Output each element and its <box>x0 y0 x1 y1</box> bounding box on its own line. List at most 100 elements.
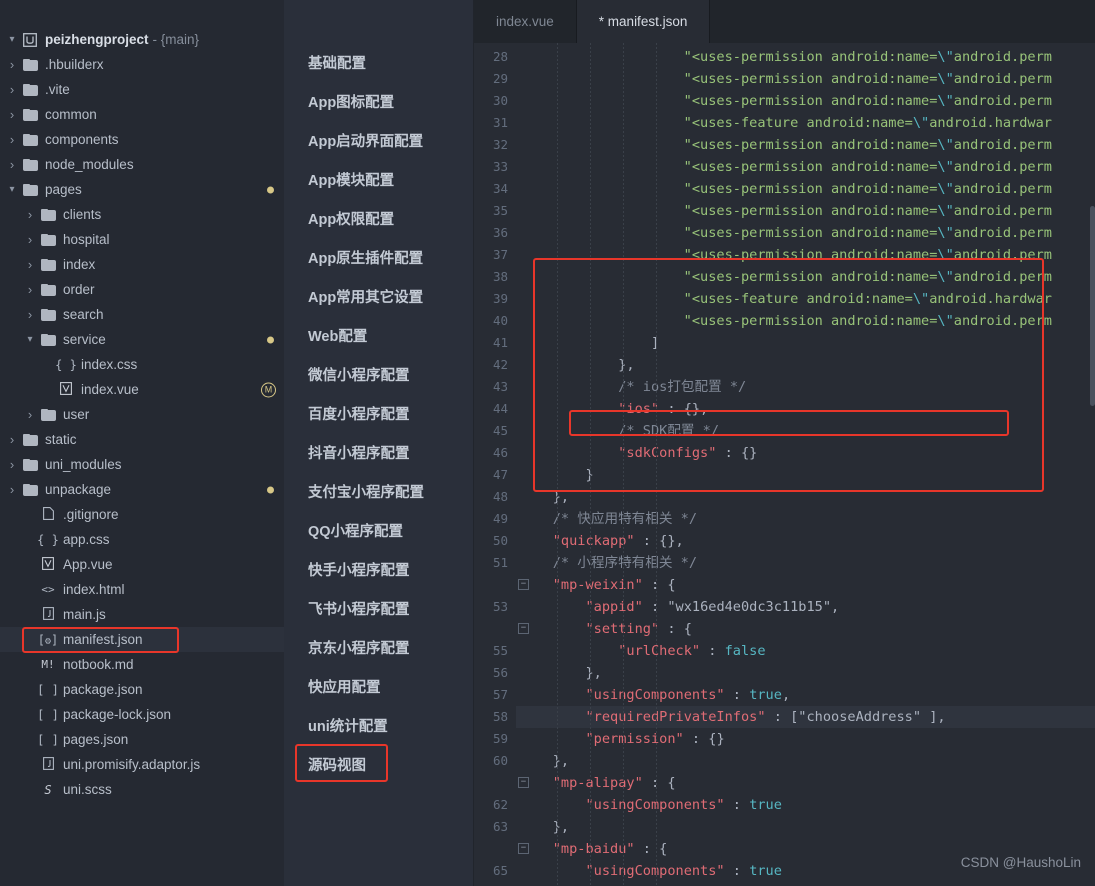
chevron-right-icon[interactable]: › <box>4 157 20 172</box>
config-nav-item-6[interactable]: App常用其它设置 <box>284 277 473 316</box>
chevron-right-icon[interactable]: › <box>4 482 20 497</box>
file-icon <box>38 506 58 523</box>
tree-row-notbook-md[interactable]: M! notbook.md <box>0 652 284 677</box>
folder-icon <box>20 58 40 71</box>
code-line: "<uses-feature android:name=\"android.ha… <box>520 115 1052 131</box>
tree-item-label: .hbuilderx <box>45 57 104 72</box>
tree-row-unpackage[interactable]: › unpackage <box>0 477 284 502</box>
editor-scrollbar[interactable] <box>1090 86 1095 886</box>
tree-row-uni-modules[interactable]: › uni_modules <box>0 452 284 477</box>
code-line: "<uses-permission android:name=\"android… <box>520 269 1052 285</box>
tree-row-main-js[interactable]: main.js <box>0 602 284 627</box>
tree-row-manifest-json[interactable]: [⚙] manifest.json <box>0 627 284 652</box>
chevron-right-icon[interactable]: › <box>4 107 20 122</box>
folder-icon <box>20 108 40 121</box>
code-content[interactable]: "<uses-permission android:name=\"android… <box>516 43 1095 886</box>
tree-item-label: user <box>63 407 90 422</box>
config-nav-item-3[interactable]: App模块配置 <box>284 160 473 199</box>
tree-row-package-lock-json[interactable]: [ ] package-lock.json <box>0 702 284 727</box>
tree-row--gitignore[interactable]: .gitignore <box>0 502 284 527</box>
line-number: 59 <box>492 731 508 746</box>
chevron-down-icon[interactable]: ▾ <box>4 34 20 45</box>
chevron-right-icon[interactable]: › <box>22 257 38 272</box>
chevron-down-icon[interactable]: ▾ <box>4 184 20 195</box>
tab-label: * manifest.json <box>598 14 688 29</box>
code-line: "appid" : "wx16ed4e0dc3c11b15", <box>585 599 840 615</box>
tree-row-service[interactable]: ▾ service <box>0 327 284 352</box>
line-number: 43 <box>492 379 508 394</box>
chevron-right-icon[interactable]: › <box>22 207 38 222</box>
tree-row-pages-json[interactable]: [ ] pages.json <box>0 727 284 752</box>
config-nav-item-18[interactable]: 源码视图 <box>284 745 473 784</box>
tree-item-label: uni_modules <box>45 457 122 472</box>
config-nav-item-8[interactable]: 微信小程序配置 <box>284 355 473 394</box>
tree-row-node-modules[interactable]: › node_modules <box>0 152 284 177</box>
tree-row-index-vue[interactable]: index.vue M <box>0 377 284 402</box>
line-number: 47 <box>492 467 508 482</box>
code-editor-panel: index.vue * manifest.json 28 29 30 31 32 33 34… <box>474 0 1095 886</box>
config-nav-label: App权限配置 <box>308 212 395 228</box>
config-nav-item-0[interactable]: 基础配置 <box>284 43 473 82</box>
config-nav-item-2[interactable]: App启动界面配置 <box>284 121 473 160</box>
tree-row-uni-promisify-adaptor-js[interactable]: uni.promisify.adaptor.js <box>0 752 284 777</box>
config-nav-item-17[interactable]: uni统计配置 <box>284 706 473 745</box>
chevron-right-icon[interactable]: › <box>4 457 20 472</box>
tree-row-hospital[interactable]: › hospital <box>0 227 284 252</box>
html-icon: <> <box>38 583 58 596</box>
tree-row-uni-scss[interactable]: Suni.scss <box>0 777 284 802</box>
chevron-right-icon[interactable]: › <box>4 82 20 97</box>
chevron-down-icon[interactable]: ▾ <box>22 334 38 345</box>
config-nav-item-4[interactable]: App权限配置 <box>284 199 473 238</box>
code-line: "usingComponents" : true, <box>585 687 791 703</box>
tree-row-index[interactable]: › index <box>0 252 284 277</box>
chevron-right-icon[interactable]: › <box>22 407 38 422</box>
code-area[interactable]: 28 29 30 31 32 33 34 35 36 37 38 39 40 41 42 43 44 45 46 47… <box>474 43 1095 886</box>
tree-row-index-html[interactable]: <> index.html <box>0 577 284 602</box>
config-nav-item-14[interactable]: 飞书小程序配置 <box>284 589 473 628</box>
tree-row-clients[interactable]: › clients <box>0 202 284 227</box>
chevron-right-icon[interactable]: › <box>4 57 20 72</box>
code-line: "mp-weixin" : { <box>552 577 676 593</box>
config-nav-item-5[interactable]: App原生插件配置 <box>284 238 473 277</box>
folder-icon <box>20 158 40 171</box>
tree-row-components[interactable]: › components <box>0 127 284 152</box>
chevron-right-icon[interactable]: › <box>22 307 38 322</box>
chevron-right-icon[interactable]: › <box>22 282 38 297</box>
scrollbar-thumb[interactable] <box>1090 206 1095 406</box>
tree-row-search[interactable]: › search <box>0 302 284 327</box>
tree-item-label: unpackage <box>45 482 112 497</box>
config-nav-item-12[interactable]: QQ小程序配置 <box>284 511 473 550</box>
tree-row--vite[interactable]: › .vite <box>0 77 284 102</box>
tree-row--hbuilderx[interactable]: › .hbuilderx <box>0 52 284 77</box>
project-name: peizhengproject <box>45 32 149 47</box>
config-nav-label: 京东小程序配置 <box>308 641 410 657</box>
config-nav-item-15[interactable]: 京东小程序配置 <box>284 628 473 667</box>
tree-row-app-vue[interactable]: App.vue <box>0 552 284 577</box>
chevron-right-icon[interactable]: › <box>4 432 20 447</box>
config-nav-item-1[interactable]: App图标配置 <box>284 82 473 121</box>
tree-row-index-css[interactable]: { } index.css <box>0 352 284 377</box>
config-nav-item-11[interactable]: 支付宝小程序配置 <box>284 472 473 511</box>
tree-row-order[interactable]: › order <box>0 277 284 302</box>
tree-row-project-root[interactable]: ▾ peizhengproject - {main} <box>0 27 284 52</box>
tree-row-user[interactable]: › user <box>0 402 284 427</box>
tree-row-app-css[interactable]: { } app.css <box>0 527 284 552</box>
manifest-config-nav: 基础配置 App图标配置 App启动界面配置 App模块配置 App权限配置 App原生插… <box>284 0 474 886</box>
tab-manifest-json[interactable]: * manifest.json <box>576 0 711 43</box>
code-line: "sdkConfigs" : {} <box>618 445 758 461</box>
chevron-right-icon[interactable]: › <box>22 232 38 247</box>
config-nav-item-9[interactable]: 百度小程序配置 <box>284 394 473 433</box>
tree-row-static[interactable]: › static <box>0 427 284 452</box>
tree-row-pages[interactable]: ▾ pages <box>0 177 284 202</box>
config-nav-item-13[interactable]: 快手小程序配置 <box>284 550 473 589</box>
tree-row-common[interactable]: › common <box>0 102 284 127</box>
line-number: 50 <box>492 533 508 548</box>
config-nav-item-7[interactable]: Web配置 <box>284 316 473 355</box>
line-number: 63 <box>492 819 508 834</box>
line-number: 33 <box>492 159 508 174</box>
config-nav-item-10[interactable]: 抖音小程序配置 <box>284 433 473 472</box>
config-nav-item-16[interactable]: 快应用配置 <box>284 667 473 706</box>
tree-row-package-json[interactable]: [ ] package.json <box>0 677 284 702</box>
chevron-right-icon[interactable]: › <box>4 132 20 147</box>
tab-index-vue[interactable]: index.vue <box>474 0 577 43</box>
